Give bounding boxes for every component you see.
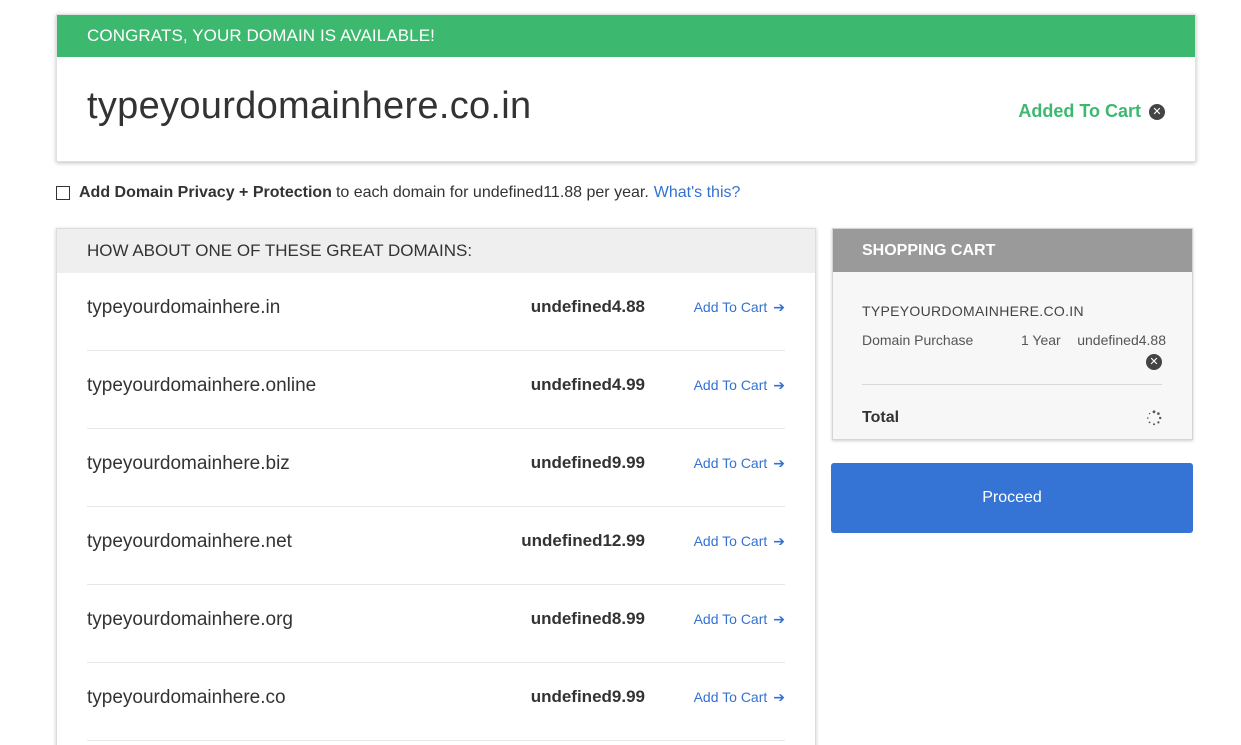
arrow-right-icon: ➔ [773, 689, 785, 705]
availability-banner: CONGRATS, YOUR DOMAIN IS AVAILABLE! [57, 15, 1195, 57]
shopping-cart-panel: SHOPPING CART TYPEYOURDOMAINHERE.CO.IN D… [832, 228, 1193, 440]
add-to-cart-link[interactable]: Add To Cart ➔ [694, 663, 785, 731]
arrow-right-icon: ➔ [773, 533, 785, 549]
added-to-cart-status[interactable]: Added To Cart ✕ [1018, 101, 1165, 122]
available-domain-name: typeyourdomainhere.co.in [87, 85, 532, 127]
arrow-right-icon: ➔ [773, 611, 785, 627]
suggestion-row: typeyourdomainhere.co undefined9.99 Add … [87, 663, 785, 741]
privacy-description: to each domain for undefined11.88 per ye… [335, 184, 649, 201]
suggestion-domain: typeyourdomainhere.biz [87, 453, 290, 474]
suggestion-price: undefined9.99 [530, 453, 645, 472]
suggestion-price: undefined8.99 [530, 609, 645, 628]
add-to-cart-label: Add To Cart [693, 533, 768, 549]
suggestion-domain: typeyourdomainhere.co [87, 687, 286, 708]
suggestion-row: typeyourdomainhere.biz undefined9.99 Add… [87, 429, 785, 507]
suggestion-row: typeyourdomainhere.net undefined12.99 Ad… [87, 507, 785, 585]
suggestion-price: undefined4.88 [530, 297, 645, 316]
added-to-cart-label: Added To Cart [1018, 101, 1141, 121]
arrow-right-icon: ➔ [773, 299, 785, 315]
cart-item-description: Domain Purchase [862, 332, 974, 348]
shopping-cart-title: SHOPPING CART [833, 229, 1192, 272]
add-to-cart-label: Add To Cart [693, 299, 768, 315]
add-to-cart-label: Add To Cart [693, 377, 768, 393]
suggestion-price: undefined9.99 [530, 687, 645, 706]
cart-divider [862, 384, 1162, 385]
domain-search-results-page: CONGRATS, YOUR DOMAIN IS AVAILABLE! type… [0, 0, 1241, 745]
add-to-cart-label: Add To Cart [693, 455, 768, 471]
suggestion-domain: typeyourdomainhere.in [87, 297, 281, 318]
add-to-cart-link[interactable]: Add To Cart ➔ [694, 507, 785, 575]
privacy-label: Add Domain Privacy + Protection [79, 184, 332, 201]
close-circle-icon[interactable]: ✕ [1149, 103, 1165, 120]
add-to-cart-link[interactable]: Add To Cart ➔ [694, 351, 785, 419]
suggestion-row: typeyourdomainhere.online undefined4.99 … [87, 351, 785, 429]
add-to-cart-label: Add To Cart [693, 689, 768, 705]
privacy-checkbox[interactable] [56, 186, 70, 200]
suggestion-domain: typeyourdomainhere.online [87, 375, 317, 396]
suggestion-price: undefined12.99 [521, 531, 645, 550]
suggestion-price: undefined4.99 [530, 375, 645, 394]
arrow-right-icon: ➔ [773, 455, 785, 471]
add-to-cart-link[interactable]: Add To Cart ➔ [694, 273, 785, 341]
whats-this-link[interactable]: What's this? [654, 184, 741, 202]
remove-item-icon[interactable]: ✕ [1146, 354, 1162, 370]
domain-suggestions-panel: HOW ABOUT ONE OF THESE GREAT DOMAINS: ty… [56, 228, 816, 745]
suggestion-domain: typeyourdomainhere.org [87, 609, 293, 630]
suggestions-header: HOW ABOUT ONE OF THESE GREAT DOMAINS: [57, 229, 815, 273]
suggestions-list: typeyourdomainhere.in undefined4.88 Add … [57, 273, 815, 741]
add-to-cart-label: Add To Cart [693, 611, 768, 627]
suggestion-domain: typeyourdomainhere.net [87, 531, 292, 552]
privacy-option-row: Add Domain Privacy + Protection to each … [56, 184, 740, 202]
cart-item-term: 1 Year [1021, 332, 1061, 348]
loading-spinner-icon [1147, 410, 1162, 426]
add-to-cart-link[interactable]: Add To Cart ➔ [694, 585, 785, 653]
cart-item-domain: TYPEYOURDOMAINHERE.CO.IN [862, 303, 1084, 319]
add-to-cart-link[interactable]: Add To Cart ➔ [694, 429, 785, 497]
proceed-button[interactable]: Proceed [831, 463, 1193, 533]
suggestion-row: typeyourdomainhere.org undefined8.99 Add… [87, 585, 785, 663]
cart-total-label: Total [862, 409, 900, 426]
availability-card: CONGRATS, YOUR DOMAIN IS AVAILABLE! type… [56, 14, 1196, 162]
arrow-right-icon: ➔ [773, 377, 785, 393]
suggestion-row: typeyourdomainhere.in undefined4.88 Add … [87, 273, 785, 351]
cart-item-price: undefined4.88 [1077, 332, 1166, 348]
